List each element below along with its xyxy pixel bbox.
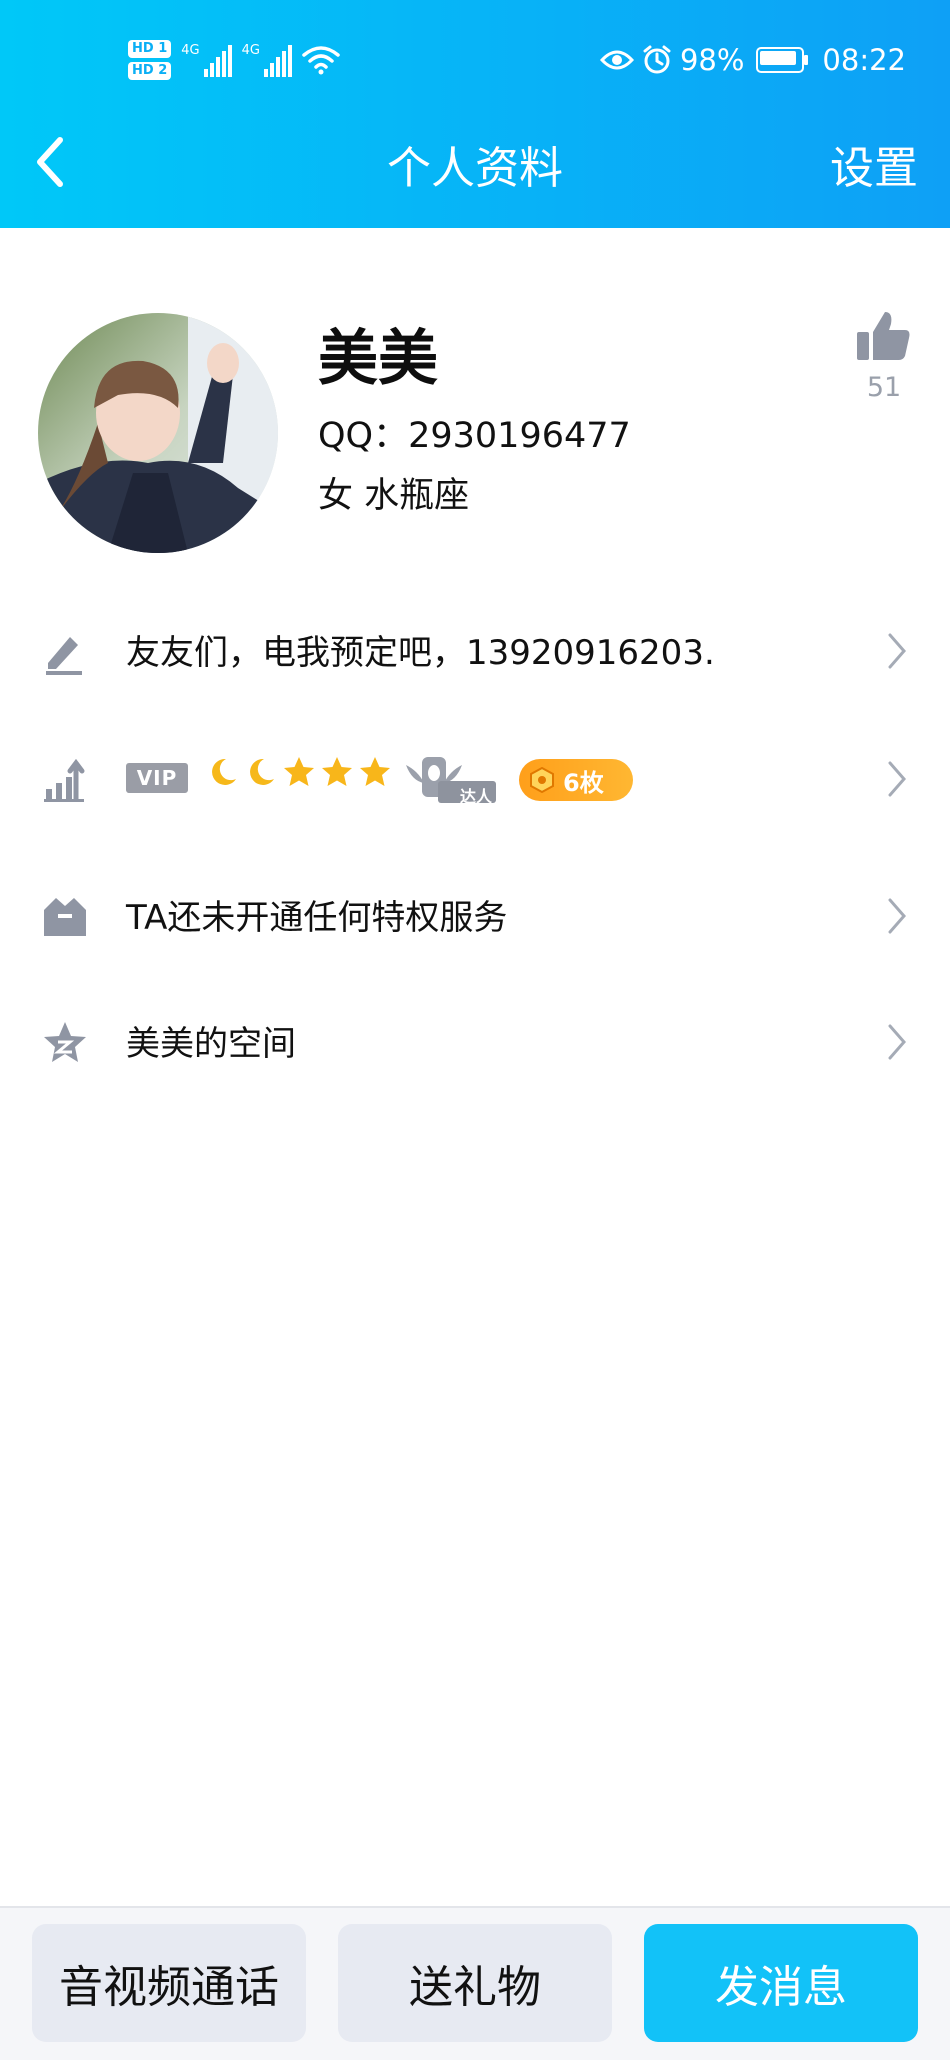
star-icon (322, 757, 352, 786)
medal-badge: 6枚 (519, 759, 633, 801)
network-type-2: 4G (241, 43, 260, 58)
privilege-row[interactable]: TA还未开通任何特权服务 (0, 862, 950, 972)
edit-icon (46, 637, 82, 675)
status-bar: HD 1 HD 2 4G 4G 98% 08:22 (0, 30, 950, 90)
level-chart-icon (44, 758, 85, 802)
signal-icon-sim2: 4G (242, 43, 292, 77)
send-gift-button[interactable]: 送礼物 (338, 1924, 612, 2042)
thumbs-up-icon[interactable] (855, 308, 911, 364)
signature-text: 友友们，电我预定吧，13920916203. (126, 633, 715, 673)
avatar-photo (38, 313, 278, 553)
level-icons (206, 755, 392, 789)
expert-badge: 达人 (402, 751, 498, 807)
hd2-indicator: HD 2 (128, 62, 172, 80)
star-icon (284, 757, 314, 786)
hd1-indicator: HD 1 (128, 40, 172, 58)
avatar[interactable] (38, 313, 278, 553)
wifi-icon (302, 46, 340, 75)
gender-zodiac: 女 水瓶座 (318, 476, 470, 516)
space-row[interactable]: 美美的空间 (0, 988, 950, 1098)
medal-count: 6枚 (563, 768, 604, 797)
star-icon (360, 757, 390, 786)
status-right: 98% 08:22 (599, 30, 906, 90)
expert-label: 达人 (460, 787, 493, 806)
chevron-right-icon (888, 633, 906, 669)
hd-indicators: HD 1 HD 2 (128, 40, 172, 80)
bottom-action-bar: 音视频通话 送礼物 发消息 (0, 1906, 950, 2060)
header: HD 1 HD 2 4G 4G 98% 08:22 个人资料 设置 (0, 0, 950, 228)
qq-number: QQ：2930196477 (318, 416, 631, 456)
level-row[interactable]: VIP 达人 6枚 (0, 725, 950, 835)
chevron-right-icon (888, 1024, 906, 1060)
eye-icon (599, 50, 634, 70)
hexagon-medal-icon (530, 767, 554, 793)
crown-box-icon (44, 898, 86, 936)
like-count: 51 (866, 372, 902, 403)
settings-button[interactable]: 设置 (830, 132, 918, 196)
chevron-right-icon (888, 761, 906, 797)
space-text: 美美的空间 (126, 1024, 296, 1064)
signal-icon-sim1: 4G (181, 43, 232, 77)
qzone-star-icon (44, 1022, 86, 1062)
network-type-1: 4G (181, 43, 200, 58)
privilege-text: TA还未开通任何特权服务 (126, 898, 508, 938)
call-button[interactable]: 音视频通话 (32, 1924, 306, 2042)
moon-icon (250, 758, 274, 785)
profile-name: 美美 (318, 324, 438, 394)
status-left: HD 1 HD 2 4G 4G (128, 30, 340, 90)
moon-icon (212, 758, 236, 785)
battery-percent: 98% (679, 43, 745, 77)
signature-row[interactable]: 友友们，电我预定吧，13920916203. (0, 597, 950, 707)
vip-badge: VIP (126, 763, 188, 793)
alarm-icon (643, 45, 671, 74)
battery-icon (756, 47, 809, 73)
clock: 08:22 (822, 43, 906, 77)
send-message-button[interactable]: 发消息 (644, 1924, 918, 2042)
page-title: 个人资料 (387, 143, 563, 194)
chevron-right-icon (888, 898, 906, 934)
